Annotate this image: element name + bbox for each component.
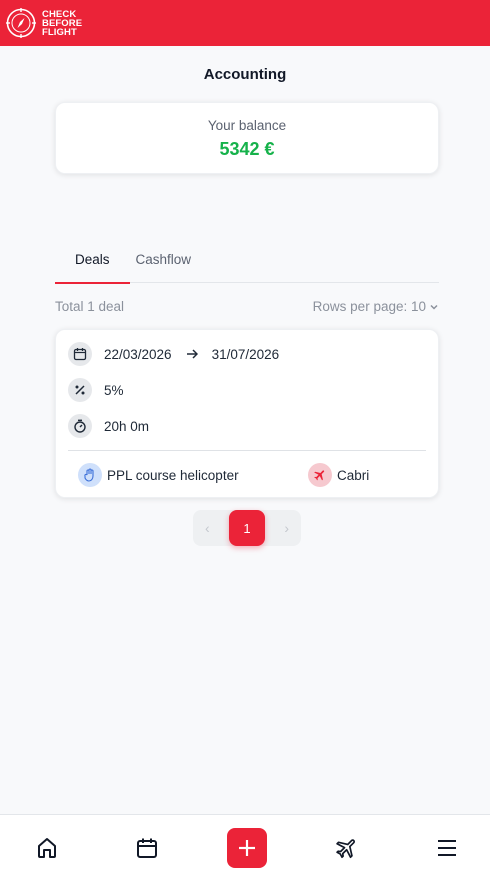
airplane-icon bbox=[308, 463, 332, 487]
deal-percentage: 5% bbox=[104, 382, 124, 398]
aircraft-name: Cabri bbox=[337, 467, 370, 483]
course-tag[interactable]: PPL course helicopter bbox=[78, 463, 239, 487]
list-meta: Total 1 deal Rows per page: 10 bbox=[55, 299, 439, 314]
deal-date-range: 22/03/2026 31/07/2026 bbox=[68, 342, 279, 366]
tab-cashflow[interactable]: Cashflow bbox=[130, 242, 212, 283]
pagination: ‹ 1 › bbox=[193, 510, 301, 546]
menu-icon[interactable] bbox=[434, 835, 460, 861]
app-logo[interactable]: CHECK BEFORE FLIGHT bbox=[5, 7, 82, 39]
plus-icon bbox=[239, 840, 255, 856]
chevron-right-icon[interactable]: › bbox=[284, 520, 289, 536]
accounting-tabs: Deals Cashflow bbox=[55, 242, 439, 284]
deal-percentage-row: 5% bbox=[68, 378, 124, 402]
page-button-current[interactable]: 1 bbox=[229, 510, 265, 546]
percent-icon bbox=[68, 378, 92, 402]
deal-card[interactable]: 22/03/2026 31/07/2026 5% 20h 0m PPL cour… bbox=[55, 329, 439, 498]
calendar-icon bbox=[68, 342, 92, 366]
card-divider bbox=[68, 450, 426, 451]
arrow-right-icon bbox=[186, 349, 198, 359]
balance-value: 5342 € bbox=[219, 139, 275, 159]
aircraft-tag[interactable]: Cabri bbox=[308, 463, 369, 487]
deal-start-date: 22/03/2026 bbox=[104, 346, 172, 362]
course-name: PPL course helicopter bbox=[107, 467, 239, 483]
airplane-icon[interactable] bbox=[334, 835, 360, 861]
hand-icon bbox=[78, 463, 102, 487]
rows-per-page-label: Rows per page: 10 bbox=[312, 299, 426, 314]
add-button[interactable] bbox=[227, 828, 267, 868]
bottom-nav bbox=[0, 814, 490, 890]
home-icon[interactable] bbox=[34, 835, 60, 861]
top-bar: CHECK BEFORE FLIGHT bbox=[0, 0, 490, 46]
tab-deals[interactable]: Deals bbox=[55, 242, 130, 284]
compass-logo-icon bbox=[6, 8, 36, 38]
logo-line-3: FLIGHT bbox=[42, 26, 77, 38]
rows-per-page-select[interactable]: Rows per page: 10 bbox=[313, 299, 439, 314]
chevron-left-icon[interactable]: ‹ bbox=[205, 520, 210, 536]
deal-end-date: 31/07/2026 bbox=[211, 346, 280, 362]
calendar-icon[interactable] bbox=[134, 835, 160, 861]
chevron-down-icon bbox=[430, 304, 438, 310]
balance-card: Your balance 5342 € bbox=[55, 102, 439, 174]
deal-duration: 20h 0m bbox=[104, 418, 150, 434]
stopwatch-icon bbox=[68, 414, 92, 438]
page-title: Accounting bbox=[203, 66, 287, 83]
total-count: Total 1 deal bbox=[55, 299, 125, 314]
balance-label: Your balance bbox=[207, 118, 287, 133]
deal-duration-row: 20h 0m bbox=[68, 414, 149, 438]
logo-wordmark: CHECK BEFORE FLIGHT bbox=[42, 9, 82, 38]
